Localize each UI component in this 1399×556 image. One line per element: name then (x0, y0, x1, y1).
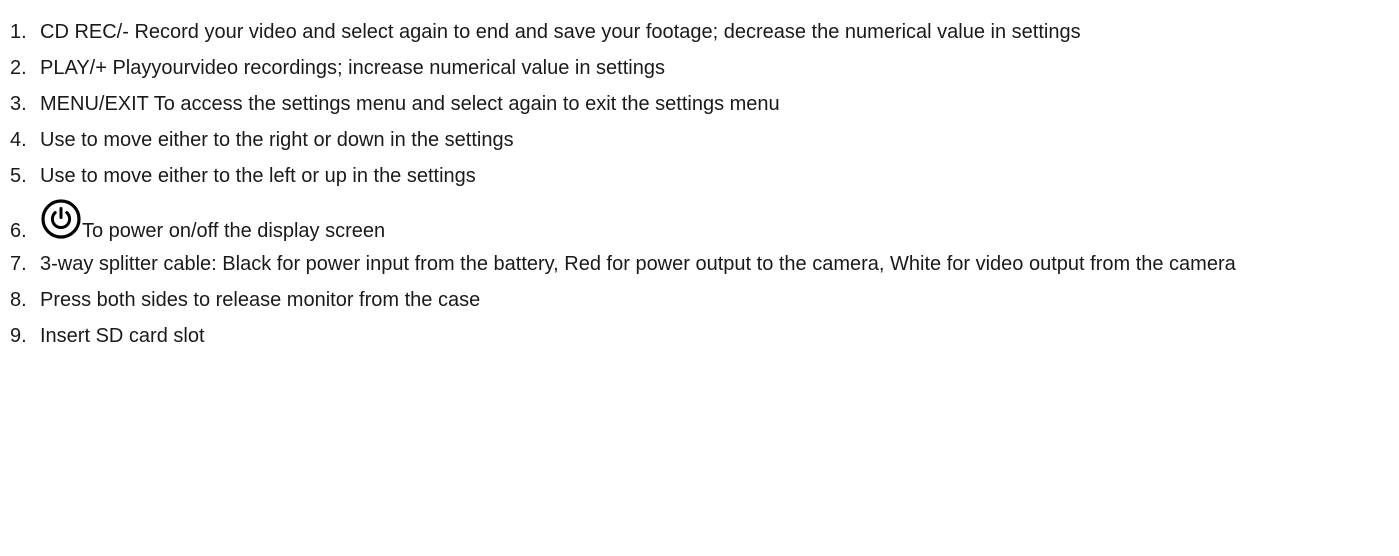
item-number: 5. (10, 165, 27, 187)
item-text: Use to move either to the right or down … (40, 129, 514, 151)
list-item-8: 8. Press both sides to release monitor f… (10, 282, 1399, 318)
item-number: 9. (10, 325, 27, 347)
power-icon (40, 198, 82, 240)
instruction-list: 1. CD REC/- Record your video and select… (10, 14, 1399, 354)
item-number: 7. (10, 253, 27, 275)
item-number: 4. (10, 129, 27, 151)
item-text: MENU/EXIT To access the settings menu an… (40, 93, 780, 115)
item-text: CD REC/- Record your video and select ag… (40, 21, 1081, 43)
item-number: 8. (10, 289, 27, 311)
item-text: Insert SD card slot (40, 325, 205, 347)
list-item-7: 7. 3-way splitter cable: Black for power… (10, 246, 1399, 282)
item-text: Use to move either to the left or up in … (40, 165, 476, 187)
list-item-4: 4. Use to move either to the right or do… (10, 122, 1399, 158)
list-item-5: 5. Use to move either to the left or up … (10, 158, 1399, 194)
document-page: 1. CD REC/- Record your video and select… (0, 0, 1399, 556)
list-item-1: 1. CD REC/- Record your video and select… (10, 14, 1399, 50)
item-text: To power on/off the display screen (82, 220, 386, 242)
list-item-2: 2. PLAY/+ Playyourvideo recordings; incr… (10, 50, 1399, 86)
item-number: 3. (10, 93, 27, 115)
list-item-6: 6. To power on/off the display screen (10, 194, 1399, 246)
item-number: 6. (10, 220, 27, 242)
list-item-3: 3. MENU/EXIT To access the settings menu… (10, 86, 1399, 122)
item-number: 2. (10, 57, 27, 79)
item-text: Press both sides to release monitor from… (40, 289, 481, 311)
item-text: PLAY/+ Playyourvideo recordings; increas… (40, 57, 665, 79)
item-text-with-icon: To power on/off the display screen (40, 198, 1395, 246)
list-item-9: 9. Insert SD card slot (10, 318, 1399, 354)
item-number: 1. (10, 21, 27, 43)
item-text: 3-way splitter cable: Black for power in… (40, 253, 1236, 275)
